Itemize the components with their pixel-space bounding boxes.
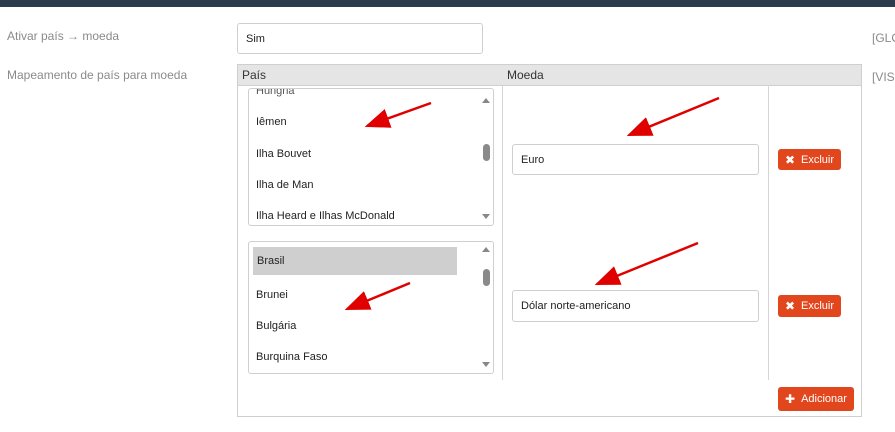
arrow-icon <box>364 101 432 128</box>
annotation-arrows <box>344 96 720 311</box>
arrow-icon <box>594 241 699 286</box>
arrow-icon <box>626 96 720 137</box>
arrow-icon <box>344 281 411 311</box>
